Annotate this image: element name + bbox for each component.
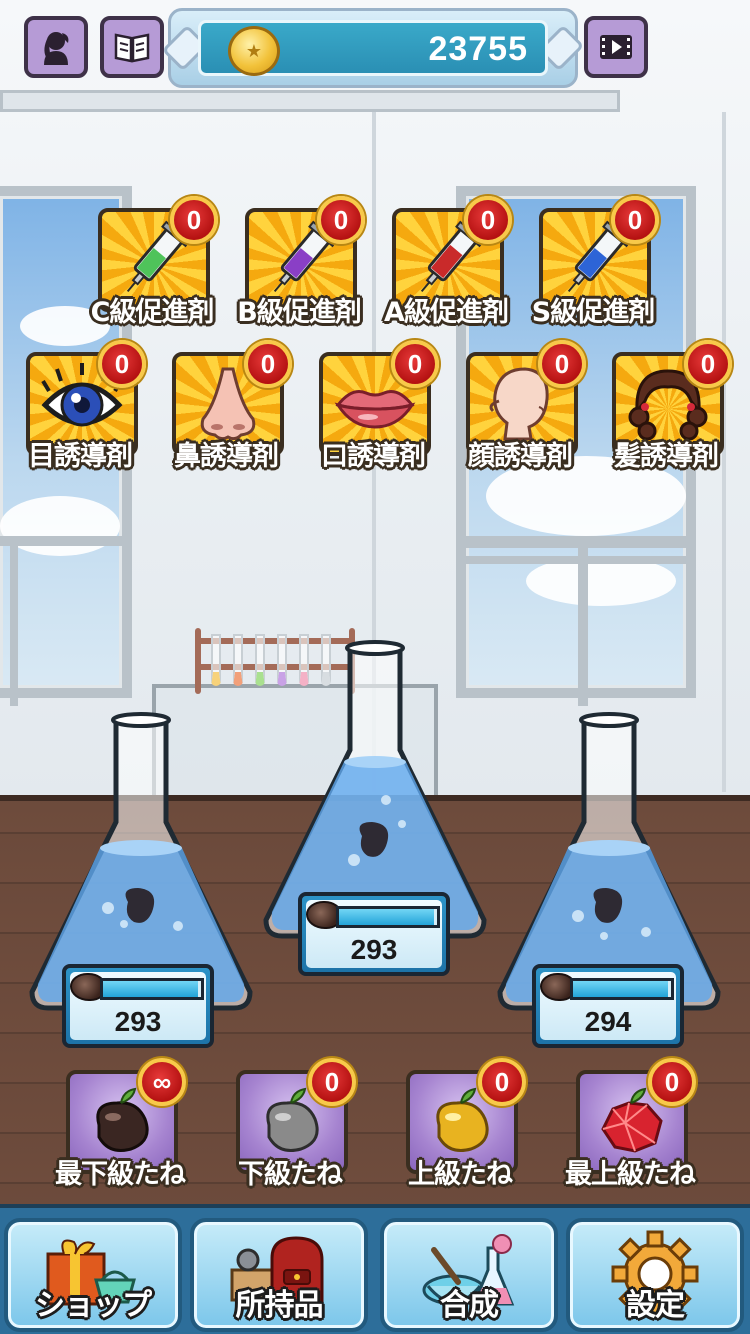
item-label: 口誘導剤 — [321, 441, 426, 472]
item-label: 鼻誘導剤 — [174, 441, 279, 472]
inducer-eye-item[interactable]: 0 目誘導剤 — [12, 340, 148, 482]
coin-counter: ★ 23755 — [161, 8, 585, 88]
flask-gauge: 293 — [298, 892, 450, 976]
promoter-c-item[interactable]: 0 C級促進剤 — [84, 196, 220, 338]
girl-silhouette-icon — [44, 32, 69, 65]
count-badge: 0 — [684, 340, 732, 388]
inducer-hair-item[interactable]: 0 髪誘導剤 — [598, 340, 734, 482]
flask-count: 293 — [350, 934, 398, 965]
collection-book-button[interactable] — [100, 16, 164, 78]
item-label: S級促進剤 — [531, 297, 655, 328]
promoter-a-item[interactable]: 0 A級促進剤 — [378, 196, 514, 338]
coin-icon: ★ — [228, 26, 280, 76]
flask-gauge: 293 — [62, 964, 214, 1048]
video-icon — [600, 35, 632, 59]
growth-bar — [570, 978, 674, 1000]
growth-bar — [100, 978, 204, 1000]
bottom-nav: ショップ 所持品 合成 設定 — [0, 1204, 750, 1334]
item-label: 最上級たね — [565, 1159, 696, 1190]
count-badge: 0 — [317, 196, 365, 244]
item-label: 髪誘導剤 — [614, 441, 719, 472]
nav-label: 所持品 — [235, 1288, 324, 1323]
book-icon — [114, 33, 150, 63]
count-badge: 0 — [98, 340, 146, 388]
seed-highest-item[interactable]: 0 最上級たね — [562, 1058, 698, 1200]
seed-low-item[interactable]: 0 下級たね — [222, 1058, 358, 1200]
item-label: 下級たね — [238, 1159, 343, 1190]
item-label: 顔誘導剤 — [468, 441, 573, 472]
video-button[interactable] — [584, 16, 648, 78]
flask-gauge: 294 — [532, 964, 684, 1048]
nav-synthesis-button[interactable]: 合成 — [380, 1218, 558, 1332]
profile-button[interactable] — [24, 16, 88, 78]
nav-shop-button[interactable]: ショップ — [4, 1218, 182, 1332]
item-label: B級促進剤 — [237, 297, 362, 328]
promoter-s-item[interactable]: 0 S級促進剤 — [525, 196, 661, 338]
ceiling-pipe — [0, 90, 620, 112]
coin-amount: 23755 — [428, 30, 528, 68]
item-label: C級促進剤 — [90, 297, 215, 328]
flask-count: 294 — [584, 1006, 632, 1037]
nav-settings-button[interactable]: 設定 — [566, 1218, 744, 1332]
count-badge: 0 — [308, 1058, 356, 1106]
count-badge: 0 — [478, 1058, 526, 1106]
item-label: 上級たね — [408, 1159, 513, 1190]
inducer-face-item[interactable]: 0 顔誘導剤 — [452, 340, 588, 482]
nav-label: 設定 — [626, 1288, 685, 1323]
flask-left[interactable]: 293 — [28, 712, 254, 1048]
nav-inventory-button[interactable]: 所持品 — [190, 1218, 368, 1332]
count-badge: 0 — [538, 340, 586, 388]
growth-bar — [336, 906, 440, 928]
flask-count: 293 — [114, 1006, 162, 1037]
nav-label: 合成 — [440, 1288, 499, 1323]
count-badge: 0 — [244, 340, 292, 388]
count-badge: 0 — [464, 196, 512, 244]
flask-center[interactable]: 293 — [262, 640, 488, 976]
count-badge: 0 — [391, 340, 439, 388]
flask-right[interactable]: 294 — [496, 712, 722, 1048]
seed-lowest-item[interactable]: ∞ 最下級たね — [52, 1058, 188, 1200]
nav-label: ショップ — [35, 1288, 152, 1323]
promoter-b-item[interactable]: 0 B級促進剤 — [231, 196, 367, 338]
seed-high-item[interactable]: 0 上級たね — [392, 1058, 528, 1200]
count-badge: 0 — [611, 196, 659, 244]
item-label: 目誘導剤 — [28, 441, 133, 472]
inducer-nose-item[interactable]: 0 鼻誘導剤 — [158, 340, 294, 482]
count-badge: ∞ — [138, 1058, 186, 1106]
inducer-mouth-item[interactable]: 0 口誘導剤 — [305, 340, 441, 482]
count-badge: 0 — [170, 196, 218, 244]
item-label: 最下級たね — [55, 1159, 186, 1190]
count-badge: 0 — [648, 1058, 696, 1106]
item-label: A級促進剤 — [384, 297, 509, 328]
